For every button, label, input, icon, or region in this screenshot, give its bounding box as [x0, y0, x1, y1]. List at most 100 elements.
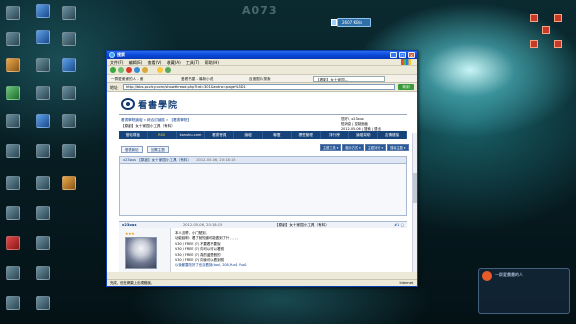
nav-item[interactable]: 論壇幫助 [349, 131, 379, 139]
browser-window: 搜索 _ □ × 文件(F) 编辑(E) 查看(V) 收藏(A) 工具(T) 帮… [106, 50, 418, 287]
forward-icon[interactable] [118, 67, 124, 73]
desktop-icon[interactable] [36, 176, 50, 190]
scrollbar-thumb[interactable] [413, 173, 417, 203]
desktop-icon[interactable] [36, 296, 50, 310]
desktop-icon[interactable] [36, 266, 50, 280]
url-input[interactable]: http://bbs.pczlcy.com/showthread.php?tid… [123, 84, 395, 90]
menu-tools[interactable]: 工具(T) [186, 60, 200, 65]
menu-file[interactable]: 文件(F) [110, 60, 123, 65]
tray-tile-icon[interactable] [542, 26, 550, 34]
chat-notification-panel[interactable]: 一群愛畫畫的人 [478, 268, 570, 314]
desktop-icon[interactable] [6, 114, 20, 128]
menu-help[interactable]: 帮助(H) [205, 60, 219, 65]
logo-text: 看書學院 [138, 101, 179, 111]
desktop-icon[interactable] [6, 236, 20, 250]
nav-item[interactable]: 排行榜 [321, 131, 350, 139]
desktop-icon[interactable] [62, 86, 76, 100]
desktop-icon[interactable] [62, 114, 76, 128]
desktop-icon[interactable] [36, 30, 50, 44]
post-date: 2012-05-06, 20:18:15 [183, 223, 223, 227]
tab-item[interactable]: 百度图片搜索 [247, 76, 311, 82]
post-button-row: 發表新帖 回覆主題 [121, 146, 172, 153]
desktop-icon[interactable] [6, 206, 20, 220]
tray-tile-icon[interactable] [554, 40, 562, 48]
desktop-icon[interactable] [62, 6, 76, 20]
breadcrumb[interactable]: 看書學院論壇 » 綜合討論區 » 【看書學院】 [121, 118, 191, 123]
desktop-icon[interactable] [6, 144, 20, 158]
tray-tile-icon[interactable] [530, 14, 538, 22]
new-thread-button[interactable]: 發表新帖 [121, 146, 143, 153]
nav-item[interactable]: 友情鏈接 [378, 131, 407, 139]
rank-star-icon: ★★★ [125, 231, 135, 236]
desktop-icon[interactable] [6, 58, 20, 72]
close-button[interactable]: × [408, 52, 415, 58]
desktop-icon[interactable] [6, 266, 20, 280]
go-button[interactable]: 转到 [398, 84, 414, 90]
tray-tile-icon[interactable] [554, 14, 562, 22]
nav-item[interactable]: 發帖樣板 [119, 131, 148, 139]
nav-item[interactable]: 聯盟 [263, 131, 292, 139]
home-icon[interactable] [142, 67, 148, 73]
thread-tools-dropdown[interactable]: 主題工具 ▾ [320, 144, 342, 151]
desktop-icon[interactable] [6, 86, 20, 100]
desktop-icon[interactable] [36, 114, 50, 128]
nav-item[interactable]: kanshu.com [177, 131, 206, 139]
rate-thread-dropdown[interactable]: 主題評分 ▾ [364, 144, 387, 151]
vertical-scrollbar[interactable] [412, 133, 417, 272]
desktop-icon[interactable] [6, 32, 20, 46]
tab-item[interactable]: 爱看书屋 - 最新小说 [179, 76, 245, 82]
post-number[interactable]: #1 ▢ [394, 222, 404, 228]
thread-title[interactable]: x23ous 【原創】女十家园小工具（有料） [123, 158, 191, 162]
tab-bar: 一群愛畫畫的人 - 畫 爱看书屋 - 最新小说 百度图片搜索 【看影】女十家园.… [107, 75, 417, 83]
search-thread-dropdown[interactable]: 搜尋主題 ▾ [387, 144, 409, 151]
desktop-icon[interactable] [62, 58, 76, 72]
desktop-icon[interactable] [62, 32, 76, 46]
nav-item[interactable]: 論壇 [234, 131, 263, 139]
menu-edit[interactable]: 编辑(E) [129, 60, 143, 65]
desktop-icon[interactable] [6, 176, 20, 190]
menu-favorites[interactable]: 收藏(A) [167, 60, 181, 65]
menu-view[interactable]: 查看(V) [148, 60, 162, 65]
status-zone: Internet [399, 281, 413, 285]
chat-panel-title: 一群愛畫畫的人 [495, 272, 523, 277]
history-icon[interactable] [165, 67, 171, 73]
window-title: 搜索 [117, 52, 125, 57]
desktop-icon[interactable] [62, 144, 76, 158]
nav-item[interactable]: 看書會員 [205, 131, 235, 139]
thread-title-bar: x23ous 【原創】女十家园小工具（有料） 2012-05-06, 20:18… [119, 156, 407, 164]
avatar[interactable] [125, 237, 157, 269]
tray-tile-icon[interactable] [530, 40, 538, 48]
nav-toolbar [107, 66, 417, 75]
menu-bar: 文件(F) 编辑(E) 查看(V) 收藏(A) 工具(T) 帮助(H) [107, 59, 417, 66]
minimize-button[interactable]: _ [390, 52, 397, 58]
display-mode-dropdown[interactable]: 顯示方式 ▾ [342, 144, 364, 151]
stop-icon[interactable] [126, 67, 132, 73]
download-speed-badge[interactable]: 2607 KB/s [331, 18, 371, 27]
back-icon[interactable] [110, 67, 116, 73]
site-nav-bar: 發帖樣板 RSS kanshu.com 看書會員 論壇 聯盟 標签管理 排行榜 … [119, 131, 407, 139]
desktop-icon[interactable] [36, 144, 50, 158]
thread-tools-bar: 主題工具 ▾ 顯示方式 ▾ 主題評分 ▾ 搜尋主題 ▾ [319, 144, 409, 151]
tab-item[interactable]: 一群愛畫畫的人 - 畫 [109, 76, 177, 82]
desktop-icon[interactable] [36, 86, 50, 100]
desktop-icon[interactable] [36, 58, 50, 72]
maximize-button[interactable]: □ [399, 52, 406, 58]
desktop-icon[interactable] [36, 4, 50, 18]
window-titlebar[interactable]: 搜索 _ □ × [107, 51, 417, 59]
desktop-icon[interactable] [36, 206, 50, 220]
reply-button[interactable]: 回覆主題 [147, 146, 169, 153]
favorites-icon[interactable] [157, 67, 163, 73]
post-user-panel: ★★★ [119, 228, 171, 272]
address-caption: 地址 [110, 85, 118, 90]
status-text: 完成，但在網頁上出現錯誤。 [110, 281, 155, 285]
nav-item[interactable]: 標签管理 [292, 131, 321, 139]
nav-item-highlight[interactable]: RSS [148, 131, 177, 139]
desktop-icon[interactable] [36, 236, 50, 250]
thread-heading: 【原創】女十家园小工具（有料） [121, 124, 175, 128]
site-logo[interactable]: 看書學院 [121, 97, 181, 111]
tab-item-active[interactable]: 【看影】女十家园... [313, 76, 385, 82]
desktop-icon[interactable] [6, 296, 20, 310]
desktop-icon[interactable] [62, 176, 76, 190]
refresh-icon[interactable] [134, 67, 140, 73]
desktop-icon[interactable] [6, 6, 20, 20]
